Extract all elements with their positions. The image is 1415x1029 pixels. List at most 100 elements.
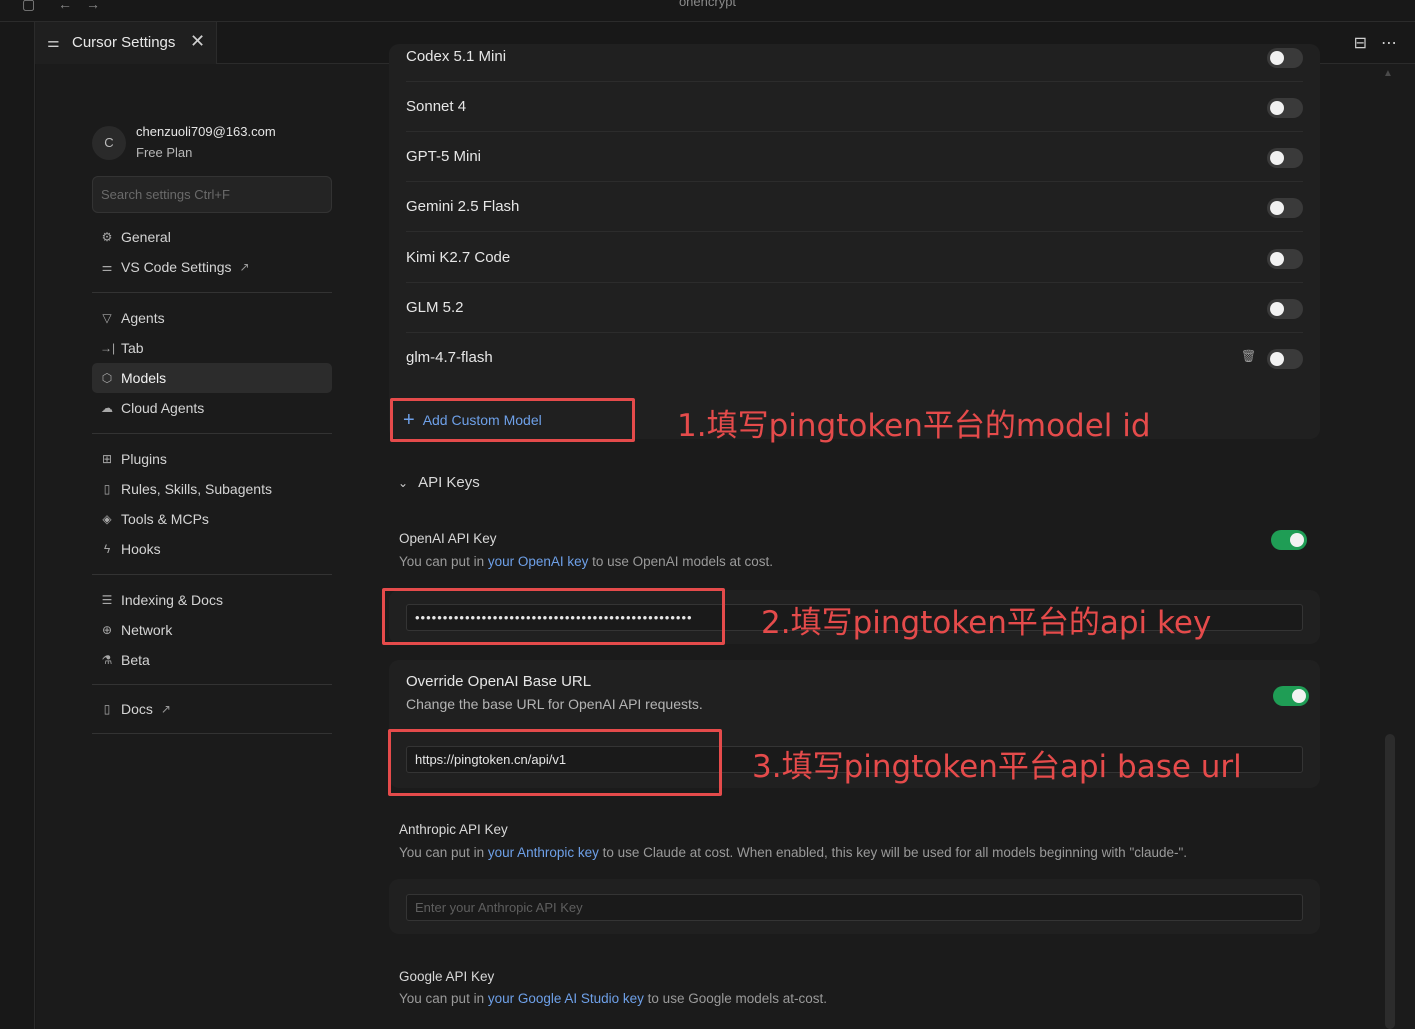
title-bar: ▢ ← → onencrypt — [0, 0, 1415, 22]
google-key-link[interactable]: your Google AI Studio key — [488, 991, 644, 1006]
bolt-icon: ϟ — [103, 542, 111, 556]
nav-group-indexing: ☰ Indexing & Docs ⊕ Network ⚗ Beta — [92, 585, 332, 675]
model-name: Codex 5.1 Mini — [406, 48, 507, 65]
sidebar-item-docs[interactable]: ▯ Docs ↗ — [92, 694, 332, 724]
sidebar-item-label: Plugins — [121, 451, 167, 467]
model-toggle[interactable] — [1267, 299, 1303, 319]
split-editor-icon[interactable]: ⊟ — [1354, 33, 1367, 53]
sidebar-item-network[interactable]: ⊕ Network — [92, 615, 332, 645]
sidebar-divider — [92, 733, 332, 734]
api-keys-heading: API Keys — [418, 474, 480, 491]
anthropic-key-link[interactable]: your Anthropic key — [488, 845, 599, 860]
book-icon: ▯ — [103, 702, 111, 716]
models-list: Codex 5.1 Mini Sonnet 4 GPT-5 Mini Gemin… — [389, 44, 1320, 439]
anthropic-key-description: You can put in your Anthropic key to use… — [399, 845, 1187, 860]
sidebar-item-tab[interactable]: →| Tab — [92, 333, 332, 363]
anthropic-key-title: Anthropic API Key — [399, 822, 508, 837]
annotation-note-api-key: 2.填写pingtoken平台的api key — [761, 605, 1212, 641]
openai-key-toggle[interactable] — [1271, 530, 1307, 550]
flask-icon: ⚗ — [101, 653, 113, 667]
activity-strip — [0, 22, 35, 1029]
desc-text: to use OpenAI models at cost. — [588, 554, 773, 569]
nav-group-general: ⚙ General ⚌ VS Code Settings ↗ — [92, 222, 332, 282]
model-toggle[interactable] — [1267, 98, 1303, 118]
openai-key-description: You can put in your OpenAI key to use Op… — [399, 554, 773, 569]
tools-icon: ◈ — [102, 512, 112, 526]
search-input[interactable] — [92, 176, 332, 213]
google-key-title: Google API Key — [399, 969, 495, 984]
cloud-icon: ☁ — [101, 401, 113, 415]
sidebar-item-tools-mcps[interactable]: ◈ Tools & MCPs — [92, 504, 332, 534]
openai-key-title: OpenAI API Key — [399, 531, 497, 546]
sidebar-item-cloud-agents[interactable]: ☁ Cloud Agents — [92, 393, 332, 423]
desc-text: You can put in — [399, 554, 488, 569]
model-toggle[interactable] — [1267, 148, 1303, 168]
api-keys-section-toggle[interactable]: ⌄ API Keys — [398, 474, 480, 491]
account-email: chenzuoli709@163.com — [136, 124, 276, 139]
scrollbar-thumb[interactable] — [1385, 734, 1395, 1029]
close-icon[interactable]: ✕ — [190, 31, 205, 52]
google-key-description: You can put in your Google AI Studio key… — [399, 991, 827, 1006]
window-title: onencrypt — [678, 0, 737, 9]
sidebar-item-hooks[interactable]: ϟ Hooks — [92, 534, 332, 564]
model-name: GPT-5 Mini — [406, 148, 482, 165]
sidebar-item-label: VS Code Settings — [121, 259, 232, 275]
sidebar-item-plugins[interactable]: ⊞ Plugins — [92, 444, 332, 474]
model-row: Kimi K2.7 Code — [406, 233, 1303, 283]
model-toggle[interactable] — [1267, 349, 1303, 369]
tab-actions: ⊟ ⋯ — [1354, 33, 1397, 53]
override-base-url-toggle[interactable] — [1273, 686, 1309, 706]
sidebar-item-label: Network — [121, 622, 173, 638]
sidebar-item-label: Indexing & Docs — [121, 592, 223, 608]
vscode-settings-icon: ⚌ — [101, 260, 113, 274]
settings-content: C chenzuoli709@163.com Free Plan ⚙ Gener… — [36, 44, 1415, 1029]
nav-group-plugins: ⊞ Plugins ▯ Rules, Skills, Subagents ◈ T… — [92, 444, 332, 564]
database-icon: ☰ — [101, 593, 113, 607]
openai-key-link[interactable]: your OpenAI key — [488, 554, 589, 569]
sidebar-divider — [92, 684, 332, 685]
scroll-up-icon[interactable]: ▲ — [1381, 68, 1395, 79]
desc-text: You can put in — [399, 845, 488, 860]
sidebar-divider — [92, 433, 332, 434]
sidebar-item-label: Tab — [121, 340, 144, 356]
sidebar-item-beta[interactable]: ⚗ Beta — [92, 645, 332, 675]
override-base-url-title: Override OpenAI Base URL — [406, 673, 592, 690]
agents-icon: ▽ — [102, 311, 112, 325]
sidebar-item-label: Models — [121, 370, 167, 386]
model-row: GPT-5 Mini — [406, 132, 1303, 182]
model-name: glm-4.7-flash — [406, 349, 493, 366]
model-toggle[interactable] — [1267, 48, 1303, 68]
anthropic-key-card — [389, 879, 1320, 934]
sliders-icon: ⚌ — [47, 34, 60, 50]
model-toggle[interactable] — [1267, 249, 1303, 269]
annotation-box-model-id — [390, 398, 635, 442]
external-link-icon: ↗ — [239, 260, 250, 274]
sidebar-item-models[interactable]: ⬡ Models — [92, 363, 332, 393]
account-plan: Free Plan — [136, 145, 193, 160]
sidebar-item-vscode-settings[interactable]: ⚌ VS Code Settings ↗ — [92, 252, 332, 282]
sidebar-item-label: Rules, Skills, Subagents — [121, 481, 272, 497]
model-row: glm-4.7-flash 🗑 — [406, 333, 1303, 383]
model-name: Sonnet 4 — [406, 98, 467, 115]
sidebar-divider — [92, 574, 332, 575]
trash-icon[interactable]: 🗑 — [1241, 349, 1256, 363]
plugin-icon: ⊞ — [101, 452, 113, 466]
model-toggle[interactable] — [1267, 198, 1303, 218]
anthropic-api-key-input[interactable] — [406, 894, 1303, 921]
sidebar-item-agents[interactable]: ▽ Agents — [92, 303, 332, 333]
sidebar-item-label: Hooks — [121, 541, 161, 557]
cube-icon: ⬡ — [101, 371, 113, 385]
nav-group-docs: ▯ Docs ↗ — [92, 694, 332, 724]
desc-text: You can put in — [399, 991, 488, 1006]
model-row: Sonnet 4 — [406, 82, 1303, 132]
sidebar-item-label: Docs — [121, 701, 153, 717]
tab-cursor-settings[interactable]: ⚌ Cursor Settings ✕ — [35, 22, 217, 64]
sidebar-item-indexing-docs[interactable]: ☰ Indexing & Docs — [92, 585, 332, 615]
avatar: C — [92, 126, 126, 160]
override-base-url-description: Change the base URL for OpenAI API reque… — [406, 696, 703, 712]
desc-text: to use Google models at-cost. — [643, 991, 828, 1006]
sidebar-item-general[interactable]: ⚙ General — [92, 222, 332, 252]
more-icon[interactable]: ⋯ — [1381, 33, 1397, 53]
sidebar-item-label: General — [121, 229, 171, 245]
sidebar-item-rules[interactable]: ▯ Rules, Skills, Subagents — [92, 474, 332, 504]
